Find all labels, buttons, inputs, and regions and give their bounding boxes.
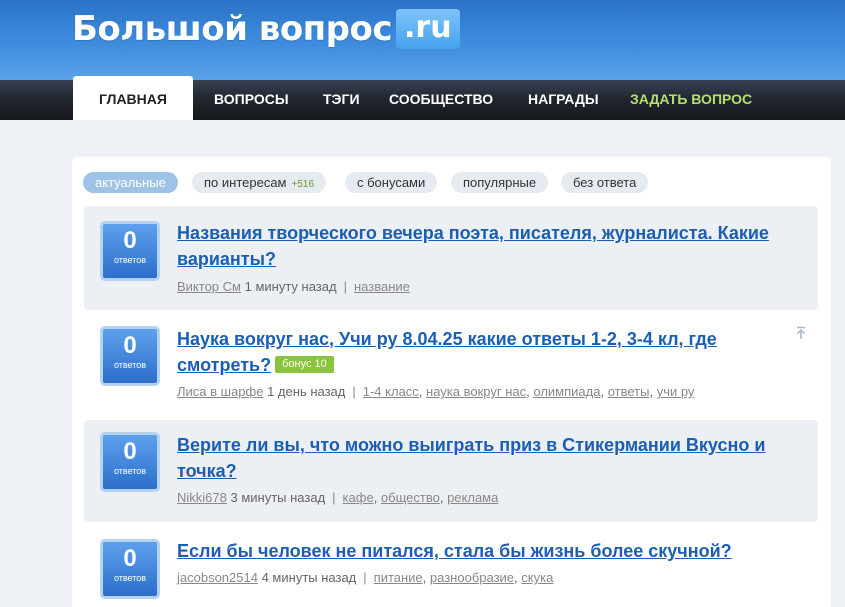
answers-count-box[interactable]: 0 ответов	[100, 432, 160, 492]
answers-count-box[interactable]: 0 ответов	[100, 221, 160, 281]
filter-label: по интересам	[204, 175, 287, 190]
question-title-wrapper: Наука вокруг нас, Учи ру 8.04.25 какие о…	[177, 326, 777, 378]
nav-item-awards[interactable]: НАГРАДЫ	[528, 80, 599, 120]
question-item: 0 ответов Верите ли вы, что можно выигра…	[84, 420, 818, 522]
tag-link[interactable]: олимпиада	[533, 384, 600, 399]
question-meta: jacobson2514 4 минуты назад | питание, раз…	[177, 570, 554, 585]
author-link[interactable]: jacobson2514	[177, 570, 258, 585]
answers-label: ответов	[113, 255, 147, 265]
answers-label: ответов	[113, 466, 147, 476]
question-time: 3 минуты назад	[230, 490, 326, 505]
filter-actual[interactable]: актуальные	[83, 172, 178, 193]
question-item: 0 ответов Если бы человек не питался, ст…	[84, 524, 818, 607]
question-time: 4 минуты назад	[261, 570, 357, 585]
nav-item-questions[interactable]: ВОПРОСЫ	[214, 80, 289, 120]
nav-item-tags[interactable]: ТЭГИ	[323, 80, 360, 120]
filter-by-interests[interactable]: по интересам +516	[192, 172, 327, 193]
question-time: 1 день назад	[267, 384, 346, 399]
tag-link[interactable]: название	[354, 279, 410, 294]
tag-link[interactable]: питание	[374, 570, 423, 585]
tag-link[interactable]: 1-4 класс	[363, 384, 419, 399]
question-title-link[interactable]: Названия творческого вечера поэта, писат…	[177, 220, 777, 272]
tag-link[interactable]: наука вокруг нас	[426, 384, 526, 399]
tag-link[interactable]: реклама	[447, 490, 498, 505]
author-link[interactable]: Nikki678	[177, 490, 227, 505]
answers-count-box[interactable]: 0 ответов	[100, 326, 160, 386]
question-item: 0 ответов Названия творческого вечера по…	[84, 206, 818, 310]
tag-link[interactable]: скука	[521, 570, 553, 585]
nav-item-ask-question[interactable]: ЗАДАТЬ ВОПРОС	[630, 80, 752, 120]
answers-count: 0	[123, 545, 137, 572]
filter-popular[interactable]: популярные	[451, 172, 549, 193]
site-logo[interactable]: Большой вопрос .ru	[72, 6, 460, 52]
answers-count: 0	[123, 438, 137, 465]
author-link[interactable]: Лиса в шарфе	[177, 384, 263, 399]
filter-count-badge: +516	[291, 179, 315, 190]
bonus-badge: бонус 10	[275, 355, 334, 373]
logo-domain-badge: .ru	[396, 9, 460, 49]
question-title-link[interactable]: Верите ли вы, что можно выиграть приз в …	[177, 432, 777, 484]
filter-with-bonuses[interactable]: с бонусами	[345, 172, 438, 193]
question-time: 1 минуту назад	[244, 279, 337, 294]
author-link[interactable]: Виктор См	[177, 279, 241, 294]
tag-link[interactable]: ответы	[608, 384, 650, 399]
filter-unanswered[interactable]: без ответа	[561, 172, 649, 193]
site-header: Большой вопрос .ru	[0, 0, 845, 80]
question-meta: Виктор См 1 минуту назад | название	[177, 279, 410, 294]
answers-count: 0	[123, 332, 137, 359]
question-title-link[interactable]: Если бы человек не питался, стала бы жиз…	[177, 538, 777, 564]
nav-item-community[interactable]: СООБЩЕСТВО	[389, 80, 493, 120]
question-meta: Лиса в шарфе 1 день назад | 1-4 класс, нау…	[177, 384, 695, 399]
question-title-link[interactable]: Наука вокруг нас, Учи ру 8.04.25 какие о…	[177, 329, 717, 375]
answers-count: 0	[123, 227, 137, 254]
logo-text: Большой вопрос	[72, 9, 393, 49]
scroll-top-icon[interactable]	[795, 326, 807, 340]
question-meta: Nikki678 3 минуты назад | кафе, общество, …	[177, 490, 499, 505]
main-nav: ГЛАВНАЯ ВОПРОСЫ ТЭГИ СООБЩЕСТВО НАГРАДЫ …	[0, 76, 845, 120]
answers-label: ответов	[113, 360, 147, 370]
tag-link[interactable]: кафе	[343, 490, 374, 505]
question-item: 0 ответов Наука вокруг нас, Учи ру 8.04.…	[84, 310, 818, 418]
answers-count-box[interactable]: 0 ответов	[100, 539, 160, 599]
nav-item-home[interactable]: ГЛАВНАЯ	[73, 76, 193, 120]
tag-link[interactable]: учи ру	[657, 384, 695, 399]
answers-label: ответов	[113, 573, 147, 583]
tag-link[interactable]: разнообразие	[430, 570, 514, 585]
tag-link[interactable]: общество	[381, 490, 440, 505]
